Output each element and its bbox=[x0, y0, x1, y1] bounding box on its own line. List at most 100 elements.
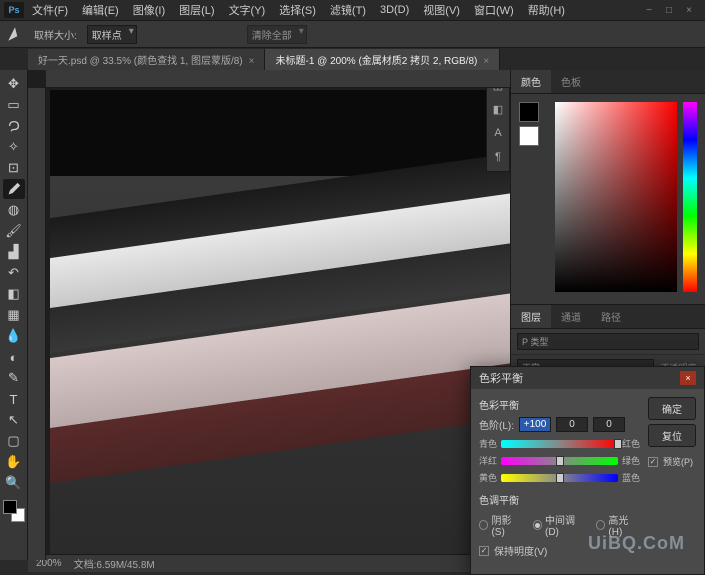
levels-label: 色阶(L): bbox=[479, 417, 514, 432]
heal-tool-icon[interactable]: ◍ bbox=[3, 200, 25, 220]
sample-size-dropdown[interactable]: 取样点 bbox=[87, 25, 137, 44]
menu-layer[interactable]: 图层(L) bbox=[173, 0, 220, 20]
brush-tool-icon[interactable]: 🖌 bbox=[3, 221, 25, 241]
character-panel-icon[interactable]: A bbox=[490, 125, 506, 141]
status-bar: 200% 文档:6.59M/45.8M bbox=[28, 554, 510, 572]
eyedropper-tool-icon[interactable] bbox=[3, 179, 25, 199]
gradient-tool-icon[interactable]: ▦ bbox=[3, 305, 25, 325]
slider-right-label: 绿色 bbox=[622, 454, 640, 467]
tab-close-icon[interactable]: × bbox=[483, 56, 489, 67]
blur-tool-icon[interactable]: 💧 bbox=[3, 326, 25, 346]
panel-background-swatch[interactable] bbox=[519, 126, 539, 146]
radio-midtones[interactable]: 中间调(D) bbox=[533, 512, 586, 538]
slider-thumb[interactable] bbox=[556, 473, 564, 483]
yellow-blue-slider[interactable] bbox=[501, 474, 618, 482]
move-tool-icon[interactable]: ✥ bbox=[3, 74, 25, 94]
document-tab-2[interactable]: 未标题-1 @ 200% (金属材质2 拷贝 2, RGB/8) × bbox=[265, 49, 500, 70]
radio-icon bbox=[479, 520, 488, 530]
slider-thumb[interactable] bbox=[556, 456, 564, 466]
tab-label: 好一天.psd @ 33.5% (颜色查找 1, 图层蒙版/8) bbox=[38, 56, 243, 67]
marquee-tool-icon[interactable]: ▭ bbox=[3, 95, 25, 115]
radio-shadows[interactable]: 阴影(S) bbox=[479, 512, 523, 538]
swatches-tab[interactable]: 色板 bbox=[551, 70, 591, 93]
cancel-button[interactable]: 复位 bbox=[648, 424, 696, 447]
menu-filter[interactable]: 滤镜(T) bbox=[324, 0, 372, 20]
panel-foreground-swatch[interactable] bbox=[519, 102, 539, 122]
foreground-color-swatch[interactable] bbox=[3, 500, 17, 514]
levels-input-1[interactable]: +100 bbox=[519, 417, 551, 432]
eraser-tool-icon[interactable]: ◧ bbox=[3, 284, 25, 304]
ruler-vertical[interactable] bbox=[28, 88, 46, 560]
menu-image[interactable]: 图像(I) bbox=[127, 0, 171, 20]
slider-left-label: 洋红 bbox=[479, 454, 497, 467]
window-minimize-icon[interactable]: − bbox=[643, 4, 655, 16]
menu-window[interactable]: 窗口(W) bbox=[468, 0, 520, 20]
history-brush-tool-icon[interactable]: ↶ bbox=[3, 263, 25, 283]
tab-label: 未标题-1 @ 200% (金属材质2 拷贝 2, RGB/8) bbox=[275, 56, 477, 67]
paragraph-panel-icon[interactable]: ¶ bbox=[490, 149, 506, 165]
radio-label: 阴影(S) bbox=[491, 512, 522, 538]
dialog-title: 色彩平衡 bbox=[479, 370, 523, 386]
slider-thumb[interactable] bbox=[614, 439, 622, 449]
preserve-luminosity-checkbox[interactable] bbox=[479, 546, 489, 556]
window-close-icon[interactable]: × bbox=[683, 4, 695, 16]
zoom-tool-icon[interactable]: 🔍 bbox=[3, 473, 25, 493]
type-tool-icon[interactable]: T bbox=[3, 389, 25, 409]
slider-right-label: 红色 bbox=[622, 437, 640, 450]
pen-tool-icon[interactable]: ✎ bbox=[3, 368, 25, 388]
clear-all-button[interactable]: 清除全部 bbox=[247, 25, 307, 44]
magenta-green-slider[interactable] bbox=[501, 457, 618, 465]
color-tab[interactable]: 颜色 bbox=[511, 70, 551, 93]
paths-tab[interactable]: 路径 bbox=[591, 305, 631, 328]
crop-tool-icon[interactable]: ⊡ bbox=[3, 158, 25, 178]
lasso-tool-icon[interactable] bbox=[3, 116, 25, 136]
slider-left-label: 青色 bbox=[479, 437, 497, 450]
preview-checkbox[interactable] bbox=[648, 457, 658, 467]
document-canvas[interactable] bbox=[50, 90, 510, 560]
hand-tool-icon[interactable]: ✋ bbox=[3, 452, 25, 472]
current-tool-icon[interactable] bbox=[6, 25, 24, 43]
menu-type[interactable]: 文字(Y) bbox=[223, 0, 272, 20]
color-swatches[interactable] bbox=[3, 500, 25, 522]
path-tool-icon[interactable]: ↖ bbox=[3, 410, 25, 430]
levels-input-2[interactable]: 0 bbox=[556, 417, 588, 432]
section-color-balance: 色彩平衡 bbox=[479, 397, 640, 412]
stamp-tool-icon[interactable]: ▟ bbox=[3, 242, 25, 262]
radio-icon bbox=[596, 520, 605, 530]
channels-tab[interactable]: 通道 bbox=[551, 305, 591, 328]
dodge-tool-icon[interactable]: ◐ bbox=[3, 347, 25, 367]
color-picker-field[interactable] bbox=[555, 102, 677, 292]
layer-kind-filter[interactable]: P 类型 bbox=[517, 333, 699, 350]
levels-input-3[interactable]: 0 bbox=[593, 417, 625, 432]
preserve-luminosity-label: 保持明度(V) bbox=[494, 543, 547, 558]
section-tone-balance: 色调平衡 bbox=[479, 492, 640, 507]
cyan-red-slider[interactable] bbox=[501, 440, 618, 448]
menu-select[interactable]: 选择(S) bbox=[273, 0, 322, 20]
app-logo: Ps bbox=[4, 2, 24, 18]
menu-view[interactable]: 视图(V) bbox=[417, 0, 466, 20]
sample-size-label: 取样大小: bbox=[34, 27, 77, 42]
color-panel bbox=[511, 94, 705, 304]
watermark: UiBQ.CoM bbox=[588, 533, 685, 554]
layers-tab[interactable]: 图层 bbox=[511, 305, 551, 328]
wand-tool-icon[interactable]: ✧ bbox=[3, 137, 25, 157]
slider-right-label: 蓝色 bbox=[622, 471, 640, 484]
tab-close-icon[interactable]: × bbox=[249, 56, 255, 67]
dialog-close-icon[interactable]: × bbox=[680, 371, 696, 385]
ok-button[interactable]: 确定 bbox=[648, 397, 696, 420]
window-restore-icon[interactable]: □ bbox=[663, 4, 675, 16]
menu-help[interactable]: 帮助(H) bbox=[522, 0, 571, 20]
menu-3d[interactable]: 3D(D) bbox=[374, 2, 415, 18]
toolbox: ✥ ▭ ✧ ⊡ ◍ 🖌 ▟ ↶ ◧ ▦ 💧 ◐ ✎ T ↖ ▢ ✋ 🔍 bbox=[0, 70, 28, 560]
hue-slider[interactable] bbox=[683, 102, 697, 292]
dialog-titlebar[interactable]: 色彩平衡 × bbox=[471, 367, 704, 389]
document-info[interactable]: 文档:6.59M/45.8M bbox=[74, 556, 155, 571]
menu-edit[interactable]: 编辑(E) bbox=[76, 0, 125, 20]
menu-file[interactable]: 文件(F) bbox=[26, 0, 74, 20]
ruler-horizontal[interactable] bbox=[46, 70, 510, 88]
document-tab-1[interactable]: 好一天.psd @ 33.5% (颜色查找 1, 图层蒙版/8) × bbox=[28, 49, 265, 70]
preview-label: 预览(P) bbox=[663, 455, 693, 468]
radio-label: 中间调(D) bbox=[545, 512, 586, 538]
properties-panel-icon[interactable]: ◧ bbox=[490, 101, 506, 117]
shape-tool-icon[interactable]: ▢ bbox=[3, 431, 25, 451]
